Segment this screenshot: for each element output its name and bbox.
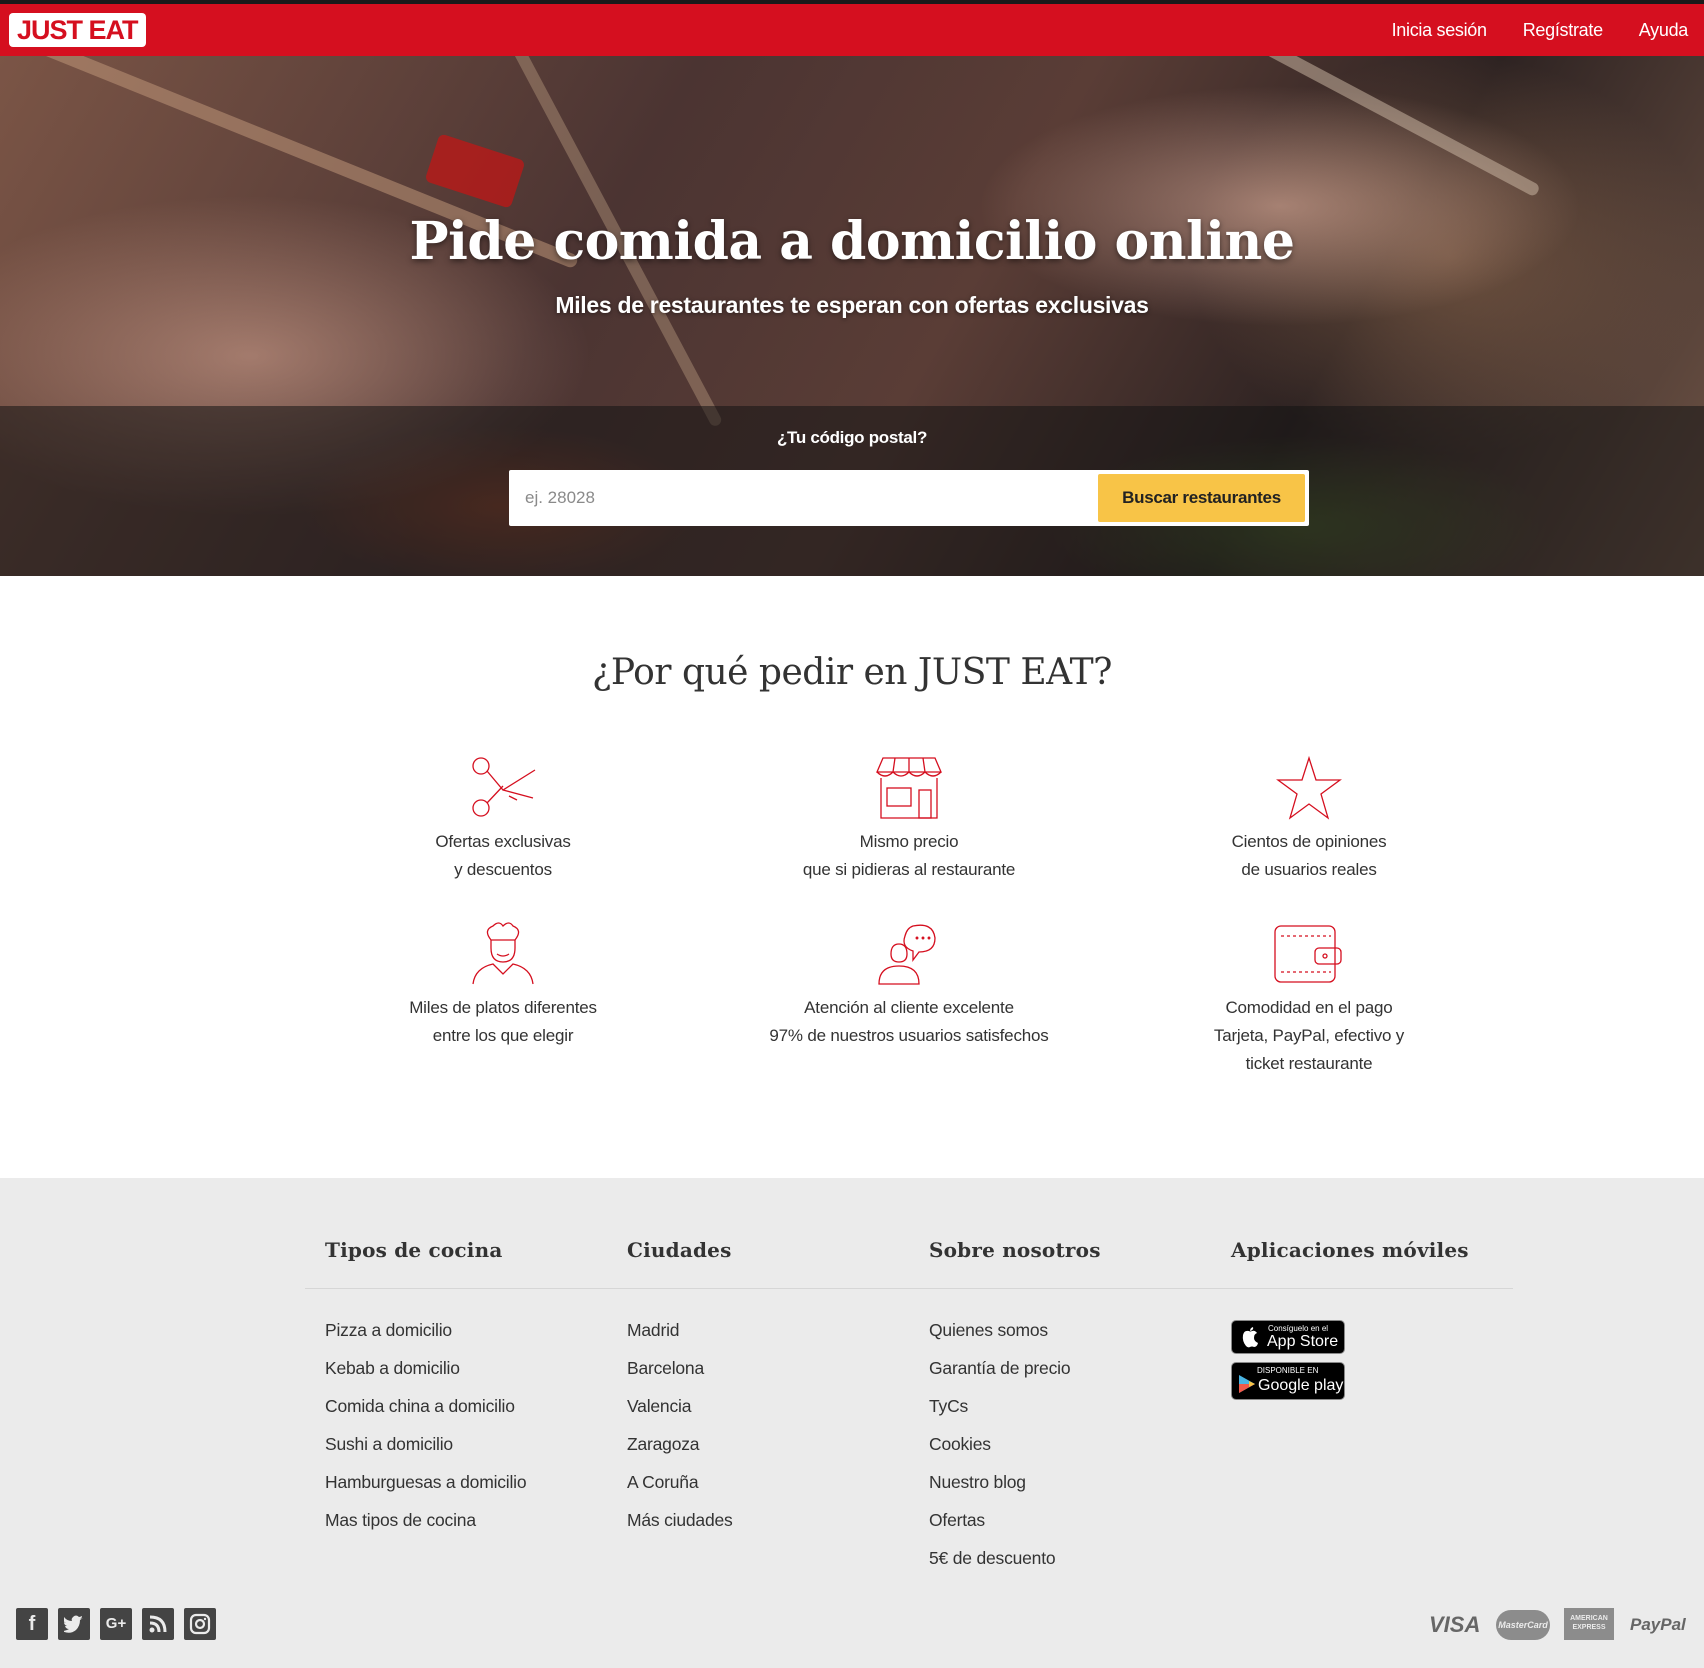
- why-title: ¿Por qué pedir en JUST EAT?: [592, 652, 1112, 693]
- footer-link[interactable]: Zaragoza: [627, 1434, 733, 1472]
- header-bar: JUST EAT Inicia sesión Regístrate Ayuda: [0, 4, 1704, 56]
- footer-link[interactable]: Comida china a domicilio: [325, 1396, 526, 1434]
- mastercard-logo: MasterCard: [1496, 1610, 1550, 1640]
- footer-link[interactable]: Kebab a domicilio: [325, 1358, 526, 1396]
- hero-subtitle: Miles de restaurantes te esperan con ofe…: [555, 292, 1149, 318]
- hero-banner: Pide comida a domicilio online Miles de …: [0, 56, 1704, 576]
- scissors-icon: [472, 757, 536, 817]
- feature-line: de usuarios reales: [1241, 860, 1377, 879]
- google-plus-icon[interactable]: G+: [100, 1608, 132, 1640]
- feature-line: Tarjeta, PayPal, efectivo y: [1213, 1026, 1405, 1045]
- footer-link[interactable]: Pizza a domicilio: [325, 1320, 526, 1358]
- footer-heading-apps: Aplicaciones móviles: [1231, 1238, 1469, 1262]
- google-play-big-text: Google play: [1258, 1377, 1344, 1394]
- footer-link[interactable]: Madrid: [627, 1320, 733, 1358]
- app-store-badge[interactable]: Consíguelo en el App Store: [1231, 1320, 1345, 1354]
- footer-link[interactable]: Nuestro blog: [929, 1472, 1070, 1510]
- footer-link[interactable]: Hamburguesas a domicilio: [325, 1472, 527, 1510]
- footer: Tipos de cocina Pizza a domicilio Kebab …: [0, 1178, 1704, 1668]
- just-eat-logo[interactable]: JUST EAT: [9, 13, 146, 47]
- footer-link[interactable]: Sushi a domicilio: [325, 1434, 526, 1472]
- instagram-icon[interactable]: [184, 1608, 216, 1640]
- search-restaurants-button[interactable]: Buscar restaurantes: [1098, 474, 1305, 522]
- feature-line: y descuentos: [454, 860, 552, 879]
- feature-line: ticket restaurante: [1245, 1054, 1373, 1073]
- footer-link[interactable]: Más ciudades: [627, 1510, 733, 1548]
- footer-col-cuisines: Tipos de cocina Pizza a domicilio Kebab …: [325, 1238, 605, 1530]
- login-link[interactable]: Inicia sesión: [1392, 20, 1487, 41]
- feature-line: 97% de nuestros usuarios satisfechos: [769, 1026, 1049, 1045]
- visa-logo: VISA: [1429, 1612, 1481, 1637]
- feature-same-price: Mismo precio que si pidieras al restauran…: [729, 756, 1089, 884]
- help-link[interactable]: Ayuda: [1639, 20, 1689, 41]
- footer-heading-about: Sobre nosotros: [929, 1238, 1101, 1262]
- footer-link[interactable]: TyCs: [929, 1396, 1070, 1434]
- footer-link[interactable]: Mas tipos de cocina: [325, 1510, 526, 1548]
- feature-dishes: Miles de platos diferentes entre los que …: [323, 922, 683, 1050]
- footer-col-cities: Ciudades Madrid Barcelona Valencia Zarag…: [627, 1238, 907, 1530]
- footer-link[interactable]: Ofertas: [929, 1510, 1070, 1548]
- feature-line: Ofertas exclusivas: [435, 832, 571, 851]
- feature-reviews: Cientos de opiniones de usuarios reales: [1129, 756, 1489, 884]
- twitter-icon[interactable]: [58, 1608, 90, 1640]
- footer-link[interactable]: Quienes somos: [929, 1320, 1070, 1358]
- postcode-label: ¿Tu código postal?: [776, 428, 928, 447]
- footer-link[interactable]: Garantía de precio: [929, 1358, 1071, 1396]
- facebook-icon[interactable]: f: [16, 1608, 48, 1640]
- footer-link[interactable]: Valencia: [627, 1396, 733, 1434]
- google-play-icon: [1239, 1375, 1255, 1393]
- footer-link[interactable]: A Coruña: [627, 1472, 733, 1510]
- footer-col-about: Sobre nosotros Quienes somos Garantía de…: [929, 1238, 1209, 1568]
- search-band: ¿Tu código postal? Buscar restaurantes: [0, 406, 1704, 576]
- postcode-input[interactable]: [509, 470, 1089, 526]
- amex-logo: AMERICAN EXPRESS: [1564, 1608, 1614, 1640]
- feature-line: entre los que elegir: [432, 1026, 574, 1045]
- rss-icon[interactable]: [142, 1608, 174, 1640]
- feature-line: Atención al cliente excelente: [804, 998, 1014, 1017]
- footer-heading-cuisines: Tipos de cocina: [325, 1238, 503, 1262]
- chef-icon: [472, 922, 534, 985]
- footer-link[interactable]: Barcelona: [627, 1358, 733, 1396]
- footer-col-apps: Aplicaciones móviles: [1231, 1238, 1511, 1262]
- feature-line: Mismo precio: [859, 832, 959, 851]
- feature-line: Miles de platos diferentes: [409, 998, 597, 1017]
- feature-line: Comodidad en el pago: [1225, 998, 1393, 1017]
- feature-line: que si pidieras al restaurante: [802, 860, 1016, 879]
- app-store-big-text: App Store: [1267, 1333, 1339, 1350]
- postcode-search-box: Buscar restaurantes: [509, 470, 1309, 526]
- footer-link[interactable]: Cookies: [929, 1434, 1070, 1472]
- shop-icon: [876, 757, 942, 819]
- wallet-icon: [1274, 925, 1342, 983]
- support-chat-icon: [878, 924, 936, 985]
- hero-title: Pide comida a domicilio online: [409, 211, 1295, 272]
- footer-divider: [305, 1288, 1513, 1289]
- star-icon: [1276, 756, 1342, 820]
- google-play-small-text: DISPONIBLE EN: [1257, 1366, 1319, 1375]
- app-store-small-text: Consíguelo en el: [1268, 1324, 1329, 1333]
- feature-exclusive-offers: Ofertas exclusivas y descuentos: [323, 756, 683, 884]
- footer-heading-cities: Ciudades: [627, 1238, 732, 1262]
- top-nav: Inicia sesión Regístrate Ayuda: [1356, 4, 1689, 56]
- apple-icon: [1242, 1327, 1258, 1348]
- google-play-badge[interactable]: DISPONIBLE EN Google play: [1231, 1362, 1345, 1400]
- feature-line: Cientos de opiniones: [1231, 832, 1387, 851]
- footer-link[interactable]: 5€ de descuento: [929, 1548, 1070, 1586]
- feature-customer-service: Atención al cliente excelente 97% de nues…: [729, 922, 1089, 1050]
- feature-payment: Comodidad en el pago Tarjeta, PayPal, efe…: [1129, 922, 1489, 1078]
- register-link[interactable]: Regístrate: [1523, 20, 1603, 41]
- paypal-logo: PayPal: [1630, 1615, 1686, 1634]
